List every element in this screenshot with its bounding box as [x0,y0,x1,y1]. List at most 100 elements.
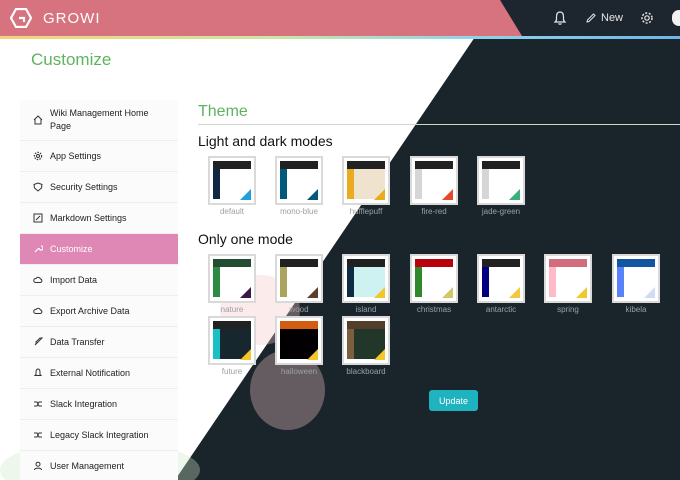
sidebar-item-export-archive-data[interactable]: Export Archive Data [20,296,178,327]
theme-option-jade-green[interactable] [477,156,525,205]
sidebar-item-label: Slack Integration [50,398,118,409]
admin-sidebar: Wiki Management Home Page App Settings S… [20,100,178,480]
theme-swatch-side [482,169,489,199]
light-dark-modes-heading: Light and dark modes [198,133,333,149]
sidebar-item-security-settings[interactable]: Security Settings [20,172,178,203]
user-icon [34,461,42,471]
theme-name-label: island [355,305,377,314]
theme-swatch-accent [240,189,251,200]
page-title: Customize [31,50,112,69]
theme-option-kibela[interactable] [612,254,660,303]
theme-option-nature[interactable] [208,254,256,303]
theme-swatch-accent [509,189,520,200]
theme-option-christmas[interactable] [410,254,458,303]
sidebar-item-label: External Notification [50,367,131,378]
theme-option-spring[interactable] [544,254,592,303]
theme-name-label: kibela [625,305,647,314]
theme-swatch-side [280,169,287,199]
theme-swatch-accent [442,287,453,298]
theme-swatch-top [347,321,385,329]
theme-section-title: Theme [198,103,248,120]
new-page-button[interactable]: New [585,9,623,27]
avatar[interactable] [672,10,680,26]
theme-option-fire-red[interactable] [410,156,458,205]
theme-swatch-accent [644,287,655,298]
theme-swatch-top [213,321,251,329]
wrench-icon [34,245,43,253]
theme-option-wood[interactable] [275,254,323,303]
theme-option-default[interactable] [208,156,256,205]
theme-name-label: antarctic [485,305,517,314]
sidebar-item-markdown-settings[interactable]: Markdown Settings [20,203,178,234]
sidebar-item-label: Import Data [50,274,98,285]
sidebar-item-label: Data Transfer [50,336,105,347]
bell-icon[interactable] [552,10,568,26]
theme-swatch-accent [240,349,251,360]
theme-name-label: blackboard [346,367,386,376]
theme-swatch-top [549,259,587,267]
theme-option-halloween[interactable] [275,316,323,365]
theme-option-mono-blue[interactable] [275,156,323,205]
update-button[interactable]: Update [429,390,478,411]
sidebar-item-customize[interactable]: Customize [20,234,178,265]
theme-option-hufflepuff[interactable] [342,156,390,205]
sidebar-item-import-data[interactable]: Import Data [20,265,178,296]
theme-swatch-accent [240,287,251,298]
brand-name[interactable]: GROWI [43,10,101,27]
sidebar-item-data-transfer[interactable]: Data Transfer [20,327,178,358]
theme-swatch-side [415,267,422,297]
theme-name-label: fire-red [421,207,447,216]
gear-icon [33,151,43,161]
theme-swatch-accent [374,287,385,298]
theme-name-label: nature [220,305,244,314]
section-divider [198,124,680,125]
theme-name-label: hufflepuff [349,207,383,216]
theme-swatch-side [549,267,556,297]
theme-swatch-top [213,259,251,267]
theme-swatch-top [280,321,318,329]
rocket-icon [34,337,43,346]
bell-icon [33,368,43,376]
sidebar-item-label: Legacy Slack Integration [50,429,149,440]
sidebar-item-label: Wiki Management Home Page [50,108,149,131]
pencil-icon [586,13,596,23]
sidebar-item-wiki-management-home[interactable]: Wiki Management Home Page [20,100,178,141]
home-icon [33,115,43,125]
sidebar-item-user-management[interactable]: User Management [20,451,178,480]
theme-option-blackboard[interactable] [342,316,390,365]
theme-name-label: spring [557,305,579,314]
sidebar-item-app-settings[interactable]: App Settings [20,141,178,172]
theme-swatch-top [280,161,318,169]
shuffle-icon [34,401,42,407]
sidebar-item-external-notification[interactable]: External Notification [20,358,178,389]
sidebar-item-label: Markdown Settings [50,212,127,223]
theme-swatch-accent [307,349,318,360]
growi-logo-icon[interactable] [10,8,32,28]
theme-option-island[interactable] [342,254,390,303]
sidebar-item-slack-integration[interactable]: Slack Integration [20,389,178,420]
theme-swatch-side [617,267,624,297]
theme-swatch-side [347,329,354,359]
theme-swatch-top [347,161,385,169]
theme-swatch-side [213,169,220,199]
cloud-download-icon [33,307,43,314]
theme-swatch-accent [307,287,318,298]
shuffle-icon [34,432,42,438]
new-button-label: New [601,12,624,24]
theme-swatch-accent [374,189,385,200]
theme-swatch-side [347,267,354,297]
theme-swatch-side [213,267,220,297]
theme-option-future[interactable] [208,316,256,365]
gear-icon[interactable] [639,10,655,26]
theme-swatch-side [347,169,354,199]
theme-swatch-accent [576,287,587,298]
sidebar-item-label: Export Archive Data [50,305,130,316]
navbar-stripe [0,36,680,39]
theme-swatch-side [280,267,287,297]
only-one-mode-heading: Only one mode [198,231,293,247]
theme-swatch-side [415,169,422,199]
sidebar-item-label: Customize [50,243,93,254]
sidebar-item-legacy-slack-integration[interactable]: Legacy Slack Integration [20,420,178,451]
theme-option-antarctic[interactable] [477,254,525,303]
shield-icon [33,182,43,192]
